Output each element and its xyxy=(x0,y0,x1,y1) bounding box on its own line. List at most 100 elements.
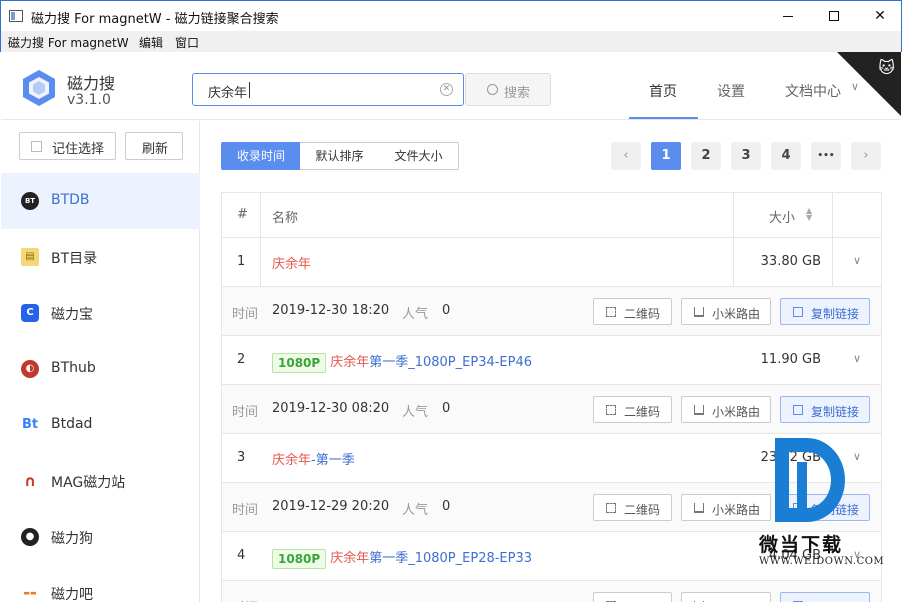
expand-chevron-icon[interactable]: ∨ xyxy=(853,352,861,365)
copy-link-label: 复制链接 xyxy=(811,307,860,321)
watermark: 微当下载 WWW.WEIDOWN.COM xyxy=(759,432,884,582)
menu-item-edit[interactable]: 编辑 xyxy=(139,34,163,51)
nav-settings[interactable]: 设置 xyxy=(717,81,745,101)
bthub-icon: ◐ xyxy=(21,360,39,378)
search-input[interactable]: 庆余年 ✕ xyxy=(192,73,464,106)
page-4-button[interactable]: 4 xyxy=(771,142,801,170)
qr-code-label: 二维码 xyxy=(624,503,661,517)
sidebar-item-ciligou[interactable]: ● 磁力狗 xyxy=(1,509,200,565)
menu-item-window[interactable]: 窗口 xyxy=(175,34,199,51)
remember-selection-button[interactable]: 记住选择 xyxy=(19,132,116,160)
time-label: 时间 xyxy=(232,405,259,420)
qr-code-button[interactable]: 二维码 xyxy=(593,298,672,325)
resolution-tag: 1080P xyxy=(272,352,327,373)
search-input-value: 庆余年 xyxy=(208,86,248,101)
title-rest: -第一季 xyxy=(311,453,355,468)
title-rest: 第一季_1080P_EP28-EP33 xyxy=(369,551,533,566)
page-1-button[interactable]: 1 xyxy=(651,142,681,170)
page-3-button[interactable]: 3 xyxy=(731,142,761,170)
sidebar-item-btdad[interactable]: Bt Btdad xyxy=(1,397,200,453)
sort-by-time-button[interactable]: 收录时间 xyxy=(221,142,301,170)
mi-router-label: 小米路由 xyxy=(712,307,761,321)
time-label: 时间 xyxy=(232,307,259,322)
app-window-icon xyxy=(9,10,23,22)
sidebar-item-mag[interactable]: ∩ MAG磁力站 xyxy=(1,453,200,509)
text-caret xyxy=(249,82,250,98)
menu-item-app[interactable]: 磁力搜 For magnetW xyxy=(8,34,129,51)
title-highlight: 庆余年 xyxy=(330,551,370,566)
btdad-icon: Bt xyxy=(21,417,39,432)
row-meta: 时间 xyxy=(222,581,881,602)
copy-link-button[interactable] xyxy=(780,592,870,602)
chevron-left-icon: ‹ xyxy=(623,148,629,163)
qr-code-button[interactable]: 二维码 xyxy=(593,396,672,423)
result-title[interactable]: 1080P 庆余年第一季_1080P_EP28-EP33 xyxy=(272,547,532,569)
time-label: 时间 xyxy=(232,597,258,602)
row-index: 3 xyxy=(237,450,246,465)
result-title[interactable]: 庆余年-第一季 xyxy=(272,449,355,468)
next-page-button[interactable]: › xyxy=(851,142,881,170)
header-index: # xyxy=(237,207,248,222)
app-name: 磁力搜 xyxy=(67,74,116,93)
dog-icon: ● xyxy=(21,528,39,546)
result-title[interactable]: 1080P 庆余年第一季_1080P_EP34-EP46 xyxy=(272,351,532,373)
sidebar-item-btdb[interactable]: BT BTDB xyxy=(1,173,200,229)
time-value: 2019-12-29 20:20 xyxy=(272,499,390,514)
row-index: 4 xyxy=(237,548,246,563)
prev-page-button[interactable]: ‹ xyxy=(611,142,641,170)
qr-code-label: 二维码 xyxy=(624,405,661,419)
sort-default-button[interactable]: 默认排序 xyxy=(300,142,380,170)
watermark-url: WWW.WEIDOWN.COM xyxy=(759,556,885,567)
btdb-icon: BT xyxy=(21,192,39,210)
search-button[interactable]: 搜索 xyxy=(465,73,551,106)
expand-chevron-icon[interactable]: ∨ xyxy=(853,254,861,267)
header-name: 名称 xyxy=(272,211,299,226)
result-title[interactable]: 庆余年 xyxy=(272,253,311,272)
sidebar-item-label: BTDB xyxy=(51,192,90,208)
clear-icon[interactable]: ✕ xyxy=(440,83,453,96)
sidebar-item-bt-directory[interactable]: ▤ BT目录 xyxy=(1,229,200,285)
search-button-label: 搜索 xyxy=(504,86,531,101)
sidebar-item-bthub[interactable]: ◐ BThub xyxy=(1,341,200,397)
mi-router-button[interactable]: 小米路由 xyxy=(681,396,771,423)
nav-home[interactable]: 首页 xyxy=(649,81,677,101)
page-2-button[interactable]: 2 xyxy=(691,142,721,170)
sort-icon[interactable]: ▲ ▼ xyxy=(806,207,812,222)
watermark-text: 微当下载 xyxy=(759,534,844,556)
github-cat-icon[interactable]: 🐱 xyxy=(878,58,895,77)
ciliba-icon: ▬▬ xyxy=(23,589,37,597)
popularity-label: 人气 xyxy=(402,405,429,420)
close-button[interactable]: ✕ xyxy=(857,1,902,31)
table-row[interactable]: 2 1080P 庆余年第一季_1080P_EP34-EP46 11.90 GB ∨ xyxy=(222,336,881,385)
nav-docs[interactable]: 文档中心 xyxy=(785,81,841,101)
sidebar-item-label: BT目录 xyxy=(51,251,98,267)
copy-icon xyxy=(793,405,803,415)
qr-code-button[interactable] xyxy=(593,592,672,602)
popularity-value: 0 xyxy=(442,303,451,318)
header-size[interactable]: 大小 xyxy=(769,207,795,226)
popularity-value: 0 xyxy=(442,401,451,416)
mi-router-button[interactable]: 小米路由 xyxy=(681,298,771,325)
minimize-button[interactable] xyxy=(765,1,811,31)
qr-code-button[interactable]: 二维码 xyxy=(593,494,672,521)
mi-router-button[interactable]: 小米路由 xyxy=(681,494,771,521)
more-pages-button[interactable]: ••• xyxy=(811,142,841,170)
mi-router-button[interactable] xyxy=(681,592,771,602)
sidebar: 记住选择 刷新 BT BTDB ▤ BT目录 C 磁力宝 ◐ BThub Bt … xyxy=(1,121,200,602)
sidebar-item-label: MAG磁力站 xyxy=(51,475,126,491)
sort-by-size-button[interactable]: 文件大小 xyxy=(379,142,459,170)
sidebar-item-cilibao[interactable]: C 磁力宝 xyxy=(1,285,200,341)
maximize-button[interactable] xyxy=(811,1,857,31)
row-meta: 时间 2019-12-30 18:20 人气 0 二维码 小米路由 复制链接 xyxy=(222,287,881,336)
copy-link-button[interactable]: 复制链接 xyxy=(780,298,870,325)
remember-checkbox[interactable] xyxy=(31,141,42,152)
sidebar-item-ciliba[interactable]: ▬▬ 磁力吧 xyxy=(1,565,200,602)
copy-link-button[interactable]: 复制链接 xyxy=(780,396,870,423)
title-highlight: 庆余年 xyxy=(272,453,312,468)
router-icon xyxy=(694,405,704,415)
table-row[interactable]: 1 庆余年 33.80 GB ∨ xyxy=(222,238,881,287)
popularity-label: 人气 xyxy=(402,503,429,518)
refresh-label: 刷新 xyxy=(142,142,169,157)
router-icon xyxy=(694,307,704,317)
refresh-button[interactable]: 刷新 xyxy=(125,132,183,160)
